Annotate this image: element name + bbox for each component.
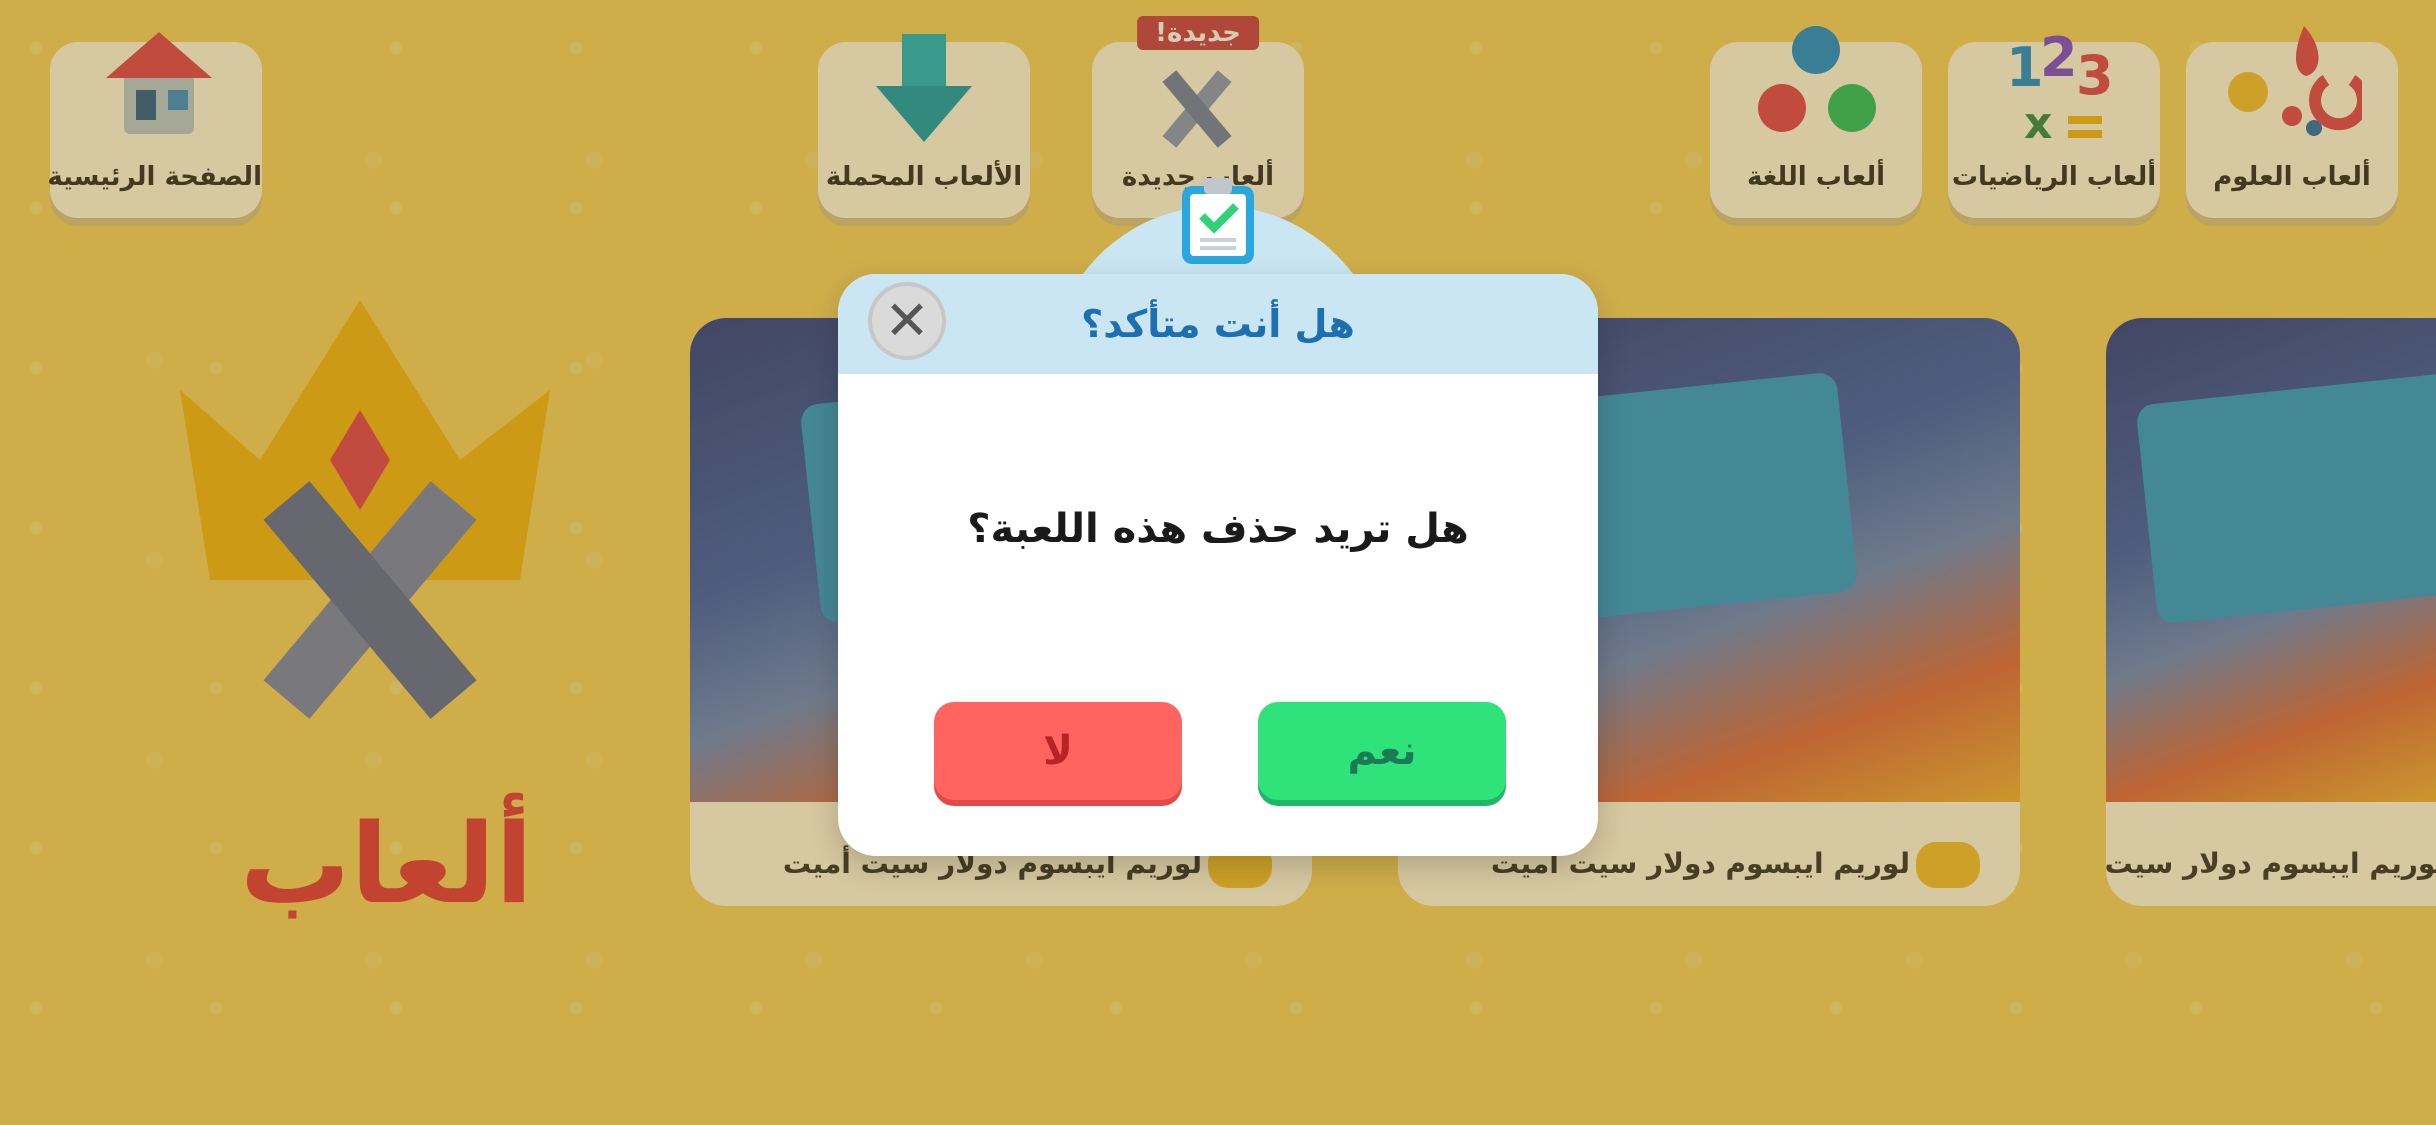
- close-icon: ✕: [884, 289, 930, 352]
- confirm-dialog: هل أنت متأكد؟ ✕ هل تريد حذف هذه اللعبة؟ …: [838, 274, 1598, 856]
- clipboard-check-icon: [1182, 178, 1254, 264]
- dialog-title: هل أنت متأكد؟: [1081, 302, 1355, 346]
- dialog-header: هل أنت متأكد؟: [838, 274, 1598, 374]
- close-button[interactable]: ✕: [868, 282, 946, 360]
- yes-button[interactable]: نعم: [1258, 702, 1506, 800]
- dialog-message: هل تريد حذف هذه اللعبة؟: [967, 506, 1469, 552]
- no-button[interactable]: لا: [934, 702, 1182, 800]
